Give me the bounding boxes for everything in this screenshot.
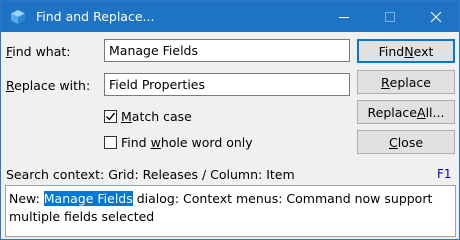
- close-button[interactable]: Close: [357, 130, 455, 154]
- checkmark-icon: [106, 112, 116, 121]
- minimize-button[interactable]: [321, 1, 367, 32]
- find-what-input[interactable]: Manage Fields: [104, 39, 350, 62]
- replace-all-button[interactable]: Replace All...: [357, 100, 455, 124]
- cube-icon: [10, 9, 26, 25]
- release-note-text: New: Manage Fields dialog: Context menus…: [5, 185, 456, 237]
- maximize-button: [367, 1, 413, 32]
- match-case-box[interactable]: [104, 110, 117, 123]
- find-next-button[interactable]: Find Next: [357, 39, 455, 63]
- minimize-icon: [339, 16, 349, 18]
- title-bar[interactable]: Find and Replace...: [1, 1, 459, 32]
- close-window-button[interactable]: [413, 1, 459, 32]
- close-icon: [431, 11, 441, 22]
- match-case-checkbox[interactable]: Match case: [104, 109, 192, 124]
- whole-word-checkbox[interactable]: Find whole word only: [104, 135, 253, 150]
- help-key-hint[interactable]: F1: [437, 167, 452, 181]
- whole-word-label: Find whole word only: [121, 135, 253, 150]
- search-context-text: Search context: Grid: Releases / Column:…: [6, 167, 295, 182]
- find-what-label: Find what:: [6, 44, 71, 59]
- highlighted-match: Manage Fields: [43, 191, 133, 206]
- replace-with-label: Replace with:: [6, 78, 91, 93]
- find-replace-dialog: Find and Replace... Find what: Manage Fi…: [0, 0, 460, 240]
- whole-word-box[interactable]: [104, 136, 117, 149]
- replace-with-input[interactable]: Field Properties: [104, 73, 350, 96]
- match-case-label: Match case: [121, 109, 192, 124]
- replace-button[interactable]: Replace: [357, 70, 455, 94]
- maximize-icon: [385, 11, 395, 22]
- window-title: Find and Replace...: [36, 9, 155, 24]
